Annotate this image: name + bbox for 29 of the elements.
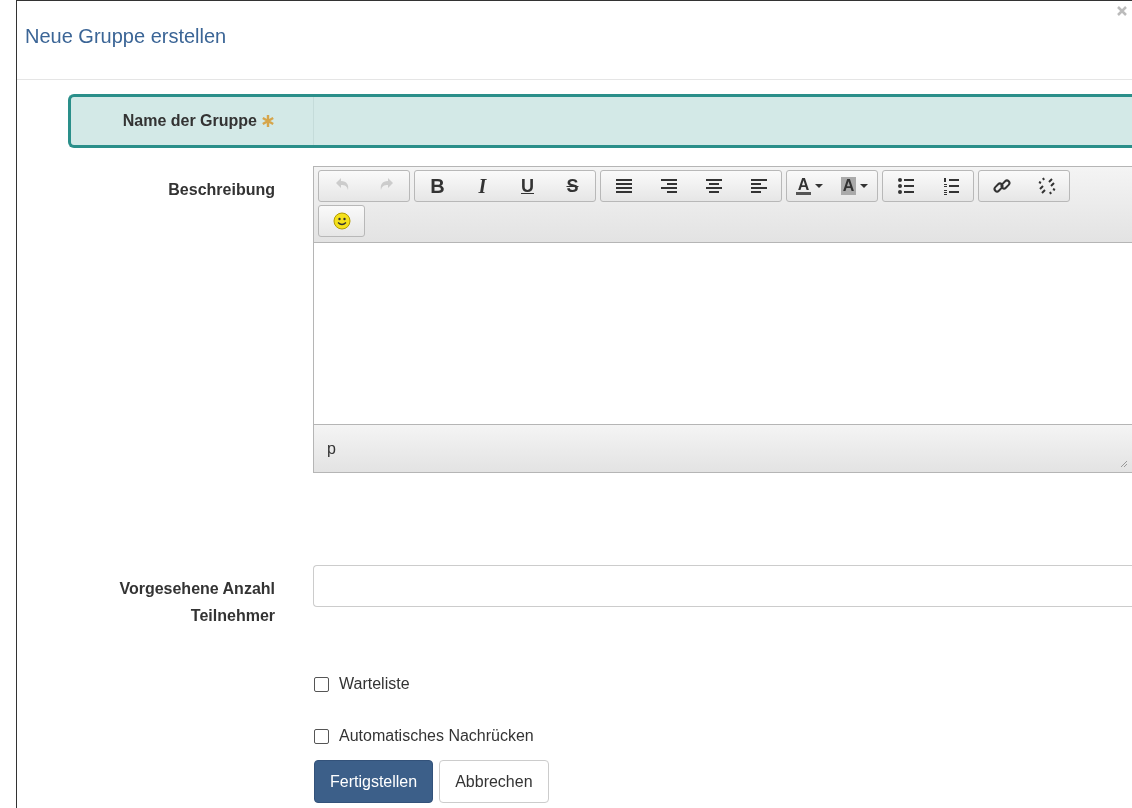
element-path: p (327, 439, 336, 458)
checkbox[interactable] (314, 728, 329, 744)
smiley-icon (331, 211, 352, 231)
finish-button[interactable]: Fertigstellen (314, 760, 434, 803)
participants-input[interactable] (313, 565, 1132, 607)
checkbox[interactable] (314, 676, 329, 692)
bold-button[interactable]: B (415, 171, 460, 201)
checkbox-label: Automatisches Nachrücken (339, 727, 534, 745)
align-right-icon (658, 176, 679, 196)
caret-icon (860, 184, 869, 188)
resize-handle-icon[interactable] (1120, 460, 1128, 468)
background-color-button[interactable]: A (832, 171, 877, 201)
dialog-title: Neue Gruppe erstellen (25, 24, 227, 48)
align-left-icon (748, 176, 769, 196)
checkbox-label: Warteliste (339, 675, 410, 693)
link-icon (991, 176, 1012, 196)
field-label: Name der Gruppe (122, 112, 257, 130)
align-center-icon (703, 176, 724, 196)
strikethrough-button[interactable]: S (550, 171, 595, 201)
text-color-button[interactable]: A (787, 171, 832, 201)
field-label: Beschreibung (168, 181, 275, 200)
align-justify-icon (613, 176, 634, 196)
italic-button[interactable]: I (460, 171, 505, 201)
field-label: Vorgesehene Anzahl Teilnehmer (118, 579, 275, 626)
caret-icon (815, 184, 824, 188)
cancel-button[interactable]: Abbrechen (439, 760, 549, 803)
name-field[interactable]: Name der Gruppe (68, 94, 1132, 148)
bullet-list-icon (895, 176, 916, 196)
underline-button[interactable]: U (505, 171, 550, 201)
